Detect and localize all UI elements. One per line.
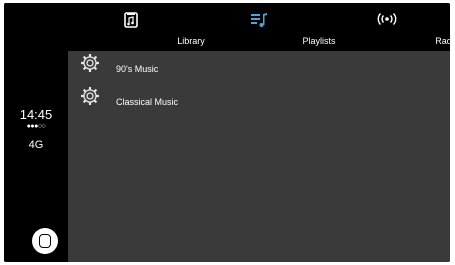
playlists-icon	[250, 12, 268, 33]
carplay-screen: 14:45 ●●●○○ 4G Library Playlists Rad 90'…	[4, 3, 450, 262]
signal-strength: ●●●○○	[26, 123, 46, 130]
list-item[interactable]: 90's Music	[68, 51, 450, 83]
list-item-title: 90's Music	[116, 64, 159, 74]
list-item[interactable]: Classical Music	[68, 84, 450, 116]
library-icon	[124, 12, 138, 33]
clock: 14:45	[19, 107, 53, 122]
home-button[interactable]	[32, 228, 58, 254]
home-icon	[39, 234, 51, 248]
playlist-list: 90's Music Classical Music	[68, 51, 450, 262]
status-bar: 14:45 ●●●○○ 4G	[4, 3, 68, 262]
tab-bar: Library Playlists Rad	[68, 3, 450, 51]
gear-icon	[80, 53, 100, 78]
tab-radio[interactable]: Radio	[327, 3, 450, 51]
gear-icon	[80, 86, 100, 111]
network-type: 4G	[28, 139, 44, 151]
tab-library[interactable]: Library	[71, 3, 205, 51]
list-item-title: Classical Music	[116, 97, 179, 107]
radio-icon	[377, 12, 397, 31]
tab-radio-label: Radio	[435, 36, 450, 46]
tab-playlists[interactable]: Playlists	[199, 3, 336, 51]
